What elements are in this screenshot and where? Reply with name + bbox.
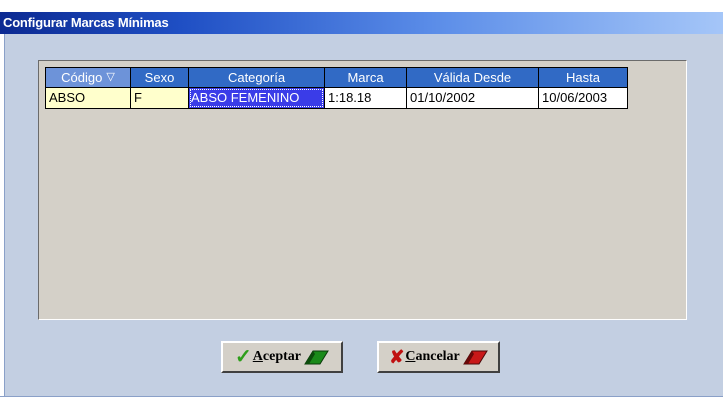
cell-categoria[interactable]: ABSO FEMENINO xyxy=(188,87,325,109)
dialog-window: Configurar Marcas Mínimas Código ▽ Sexo C… xyxy=(0,0,723,404)
accept-button-label: Aceptar xyxy=(252,349,301,364)
column-header-categoria-label: Categoría xyxy=(227,70,286,85)
column-header-hasta[interactable]: Hasta xyxy=(538,67,628,88)
sort-descending-icon[interactable]: ▽ xyxy=(106,68,114,87)
accept-button[interactable]: ✓ Aceptar xyxy=(221,341,343,373)
column-header-marca[interactable]: Marca xyxy=(324,67,407,88)
column-header-codigo[interactable]: Código ▽ xyxy=(45,67,131,88)
column-header-hasta-label: Hasta xyxy=(566,70,600,85)
cell-sexo[interactable]: F xyxy=(130,87,189,109)
column-header-codigo-label: Código xyxy=(61,70,103,85)
cell-codigo[interactable]: ABSO xyxy=(45,87,131,109)
pencil-icon xyxy=(304,350,329,365)
cell-valida-desde[interactable]: 01/10/2002 xyxy=(406,87,539,109)
column-header-sexo[interactable]: Sexo xyxy=(130,67,189,88)
column-header-marca-label: Marca xyxy=(347,70,384,85)
data-grid[interactable]: Código ▽ Sexo Categoría Marca Válida Desd… xyxy=(38,60,687,320)
column-header-categoria[interactable]: Categoría xyxy=(188,67,325,88)
cancel-button-label: Cancelar xyxy=(405,349,460,364)
cell-marca[interactable]: 1:18.18 xyxy=(324,87,407,109)
x-icon: ✘ xyxy=(389,347,405,367)
column-header-valida-desde-label: Válida Desde xyxy=(433,70,512,85)
column-header-valida-desde[interactable]: Válida Desde xyxy=(406,67,539,88)
check-icon: ✓ xyxy=(235,346,252,368)
pencil-icon xyxy=(462,350,488,365)
column-header-sexo-label: Sexo xyxy=(144,70,175,85)
window-title: Configurar Marcas Mínimas xyxy=(3,15,169,30)
title-bar[interactable]: Configurar Marcas Mínimas xyxy=(0,12,723,34)
cancel-button[interactable]: ✘ Cancelar xyxy=(377,341,500,373)
cell-hasta[interactable]: 10/06/2003 xyxy=(538,87,628,109)
